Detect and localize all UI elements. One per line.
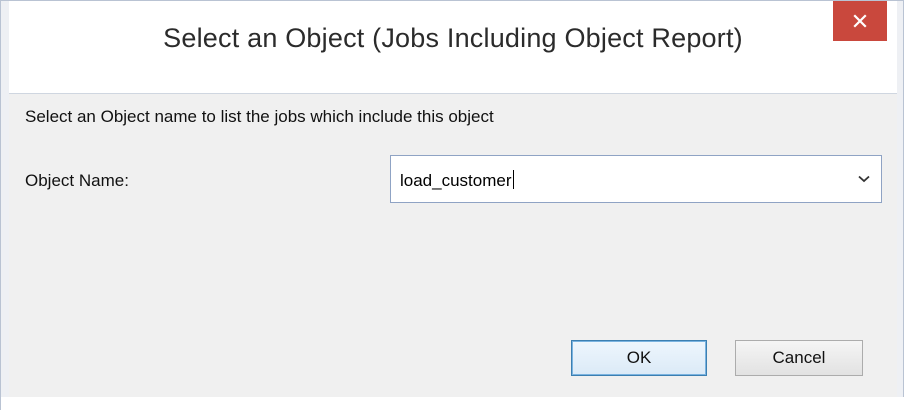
title-bar[interactable]: Select an Object (Jobs Including Object … — [9, 1, 897, 93]
object-name-label: Object Name: — [25, 171, 129, 190]
cancel-button-label: Cancel — [772, 348, 826, 367]
dialog-body: Select an Object name to list the jobs w… — [9, 93, 897, 397]
window-title: Select an Object (Jobs Including Object … — [163, 23, 743, 53]
instruction-text: Select an Object name to list the jobs w… — [25, 107, 494, 126]
window-frame-bottom — [1, 397, 904, 411]
object-name-input[interactable]: load_customer — [400, 170, 514, 191]
dropdown-button[interactable] — [847, 156, 881, 202]
text-cursor — [512, 170, 514, 189]
chevron-down-icon — [858, 170, 870, 188]
ok-button[interactable]: OK — [571, 340, 707, 376]
dialog-window: Select an Object (Jobs Including Object … — [0, 0, 904, 411]
cancel-button[interactable]: Cancel — [735, 340, 863, 376]
object-name-combobox[interactable]: load_customer — [390, 155, 882, 203]
ok-button-label: OK — [626, 348, 652, 367]
object-name-value: load_customer — [400, 171, 512, 190]
close-button[interactable] — [833, 1, 887, 41]
close-icon — [853, 14, 867, 28]
